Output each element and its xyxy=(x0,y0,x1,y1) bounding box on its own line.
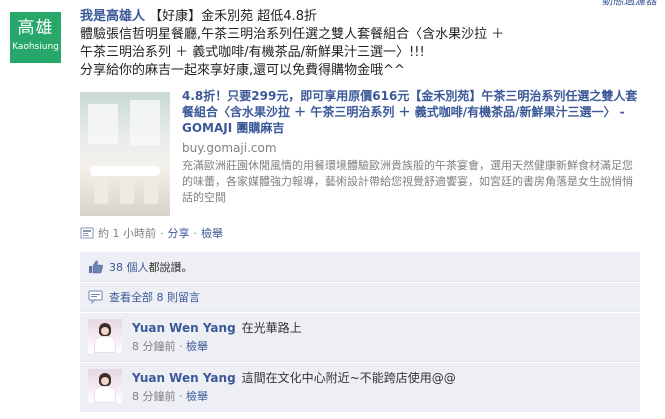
logo-text-english: Kaohsiung xyxy=(12,42,59,52)
likes-suffix: 都說讚。 xyxy=(148,260,193,274)
comment-text: 這間在文化中心附近~不能跨店使用@@ xyxy=(241,371,456,385)
report-link[interactable]: 檢舉 xyxy=(201,225,223,241)
story-body-line-3: 分享給你的麻吉一起來享好康,還可以免費得購物金哦^^ xyxy=(80,63,405,78)
story-message: 我是高雄人 【好康】金禾別苑 超低4.8折 體驗張信哲明星餐廳,午茶三明治系列任… xyxy=(80,8,640,80)
story-actor-link[interactable]: 我是高雄人 xyxy=(80,9,145,24)
view-all-comments-row[interactable]: 查看全部 8 則留言 xyxy=(80,283,640,312)
story-headline: 【好康】金禾別苑 超低4.8折 xyxy=(149,9,317,24)
likers-link[interactable]: 38 個人 xyxy=(109,259,149,275)
view-all-comments-link[interactable]: 查看全部 8 則留言 xyxy=(109,289,200,305)
story-timestamp: 約 1 小時前 xyxy=(98,227,156,240)
comment-item: Yuan Wen Yang 這間在文化中心附近~不能跨店使用@@ 8 分鐘前 · … xyxy=(80,363,640,412)
comment-timestamp: 8 分鐘前 xyxy=(132,390,176,403)
comment-bubble-icon xyxy=(88,289,104,305)
page-profile-picture[interactable]: 高雄 Kaohsiung xyxy=(10,12,61,63)
story-meta: 約 1 小時前 · 分享 · 檢舉 xyxy=(80,225,223,241)
like-thumb-icon xyxy=(88,259,104,275)
commenter-avatar[interactable] xyxy=(88,369,122,403)
comment-author-link[interactable]: Yuan Wen Yang xyxy=(132,321,236,335)
story-body-line-1: 體驗張信哲明星餐廳,午茶三明治系列任選之雙人套餐組合〈含水果沙拉 ＋ xyxy=(80,27,505,42)
comment-report-link[interactable]: 檢舉 xyxy=(186,340,208,353)
attachment-domain: buy.gomaji.com xyxy=(182,141,277,155)
news-feed-filter-link[interactable]: 動態過濾器 xyxy=(602,0,657,8)
feedback-section: 38 個人 都說讚。 查看全部 8 則留言 Yuan Wen Yang 在光華路上… xyxy=(80,252,640,412)
attachment-title-link[interactable]: 4.8折！只要299元，即可享用原價616元【金禾別苑】午茶三明治系列任選之雙人… xyxy=(182,88,642,136)
share-link[interactable]: 分享 xyxy=(168,225,190,241)
story-body-line-2: 午茶三明治系列 ＋ 義式咖啡/有機茶品/新鮮果汁三選一〉!!! xyxy=(80,45,425,60)
link-attachment: 4.8折！只要299元，即可享用原價616元【金禾別苑】午茶三明治系列任選之雙人… xyxy=(80,88,640,218)
comment-report-link[interactable]: 檢舉 xyxy=(186,390,208,403)
attachment-description: 充滿歐洲莊園休閒風情的用餐環境體驗歐洲貴族般的午茶宴會，選用天然健康新鮮食材滿足… xyxy=(182,159,633,204)
comment-text: 在光華路上 xyxy=(241,321,302,335)
link-share-icon xyxy=(80,227,94,239)
comment-timestamp: 8 分鐘前 xyxy=(132,340,176,353)
comment-item: Yuan Wen Yang 在光華路上 8 分鐘前 · 檢舉 xyxy=(80,313,640,362)
logo-text-chinese: 高雄 xyxy=(17,18,54,38)
likes-row: 38 個人 都說讚。 xyxy=(80,252,640,282)
feed-story: 我是高雄人 【好康】金禾別苑 超低4.8折 體驗張信哲明星餐廳,午茶三明治系列任… xyxy=(80,8,640,218)
commenter-avatar[interactable] xyxy=(88,319,122,353)
attachment-thumbnail[interactable] xyxy=(80,92,170,216)
comment-author-link[interactable]: Yuan Wen Yang xyxy=(132,371,236,385)
